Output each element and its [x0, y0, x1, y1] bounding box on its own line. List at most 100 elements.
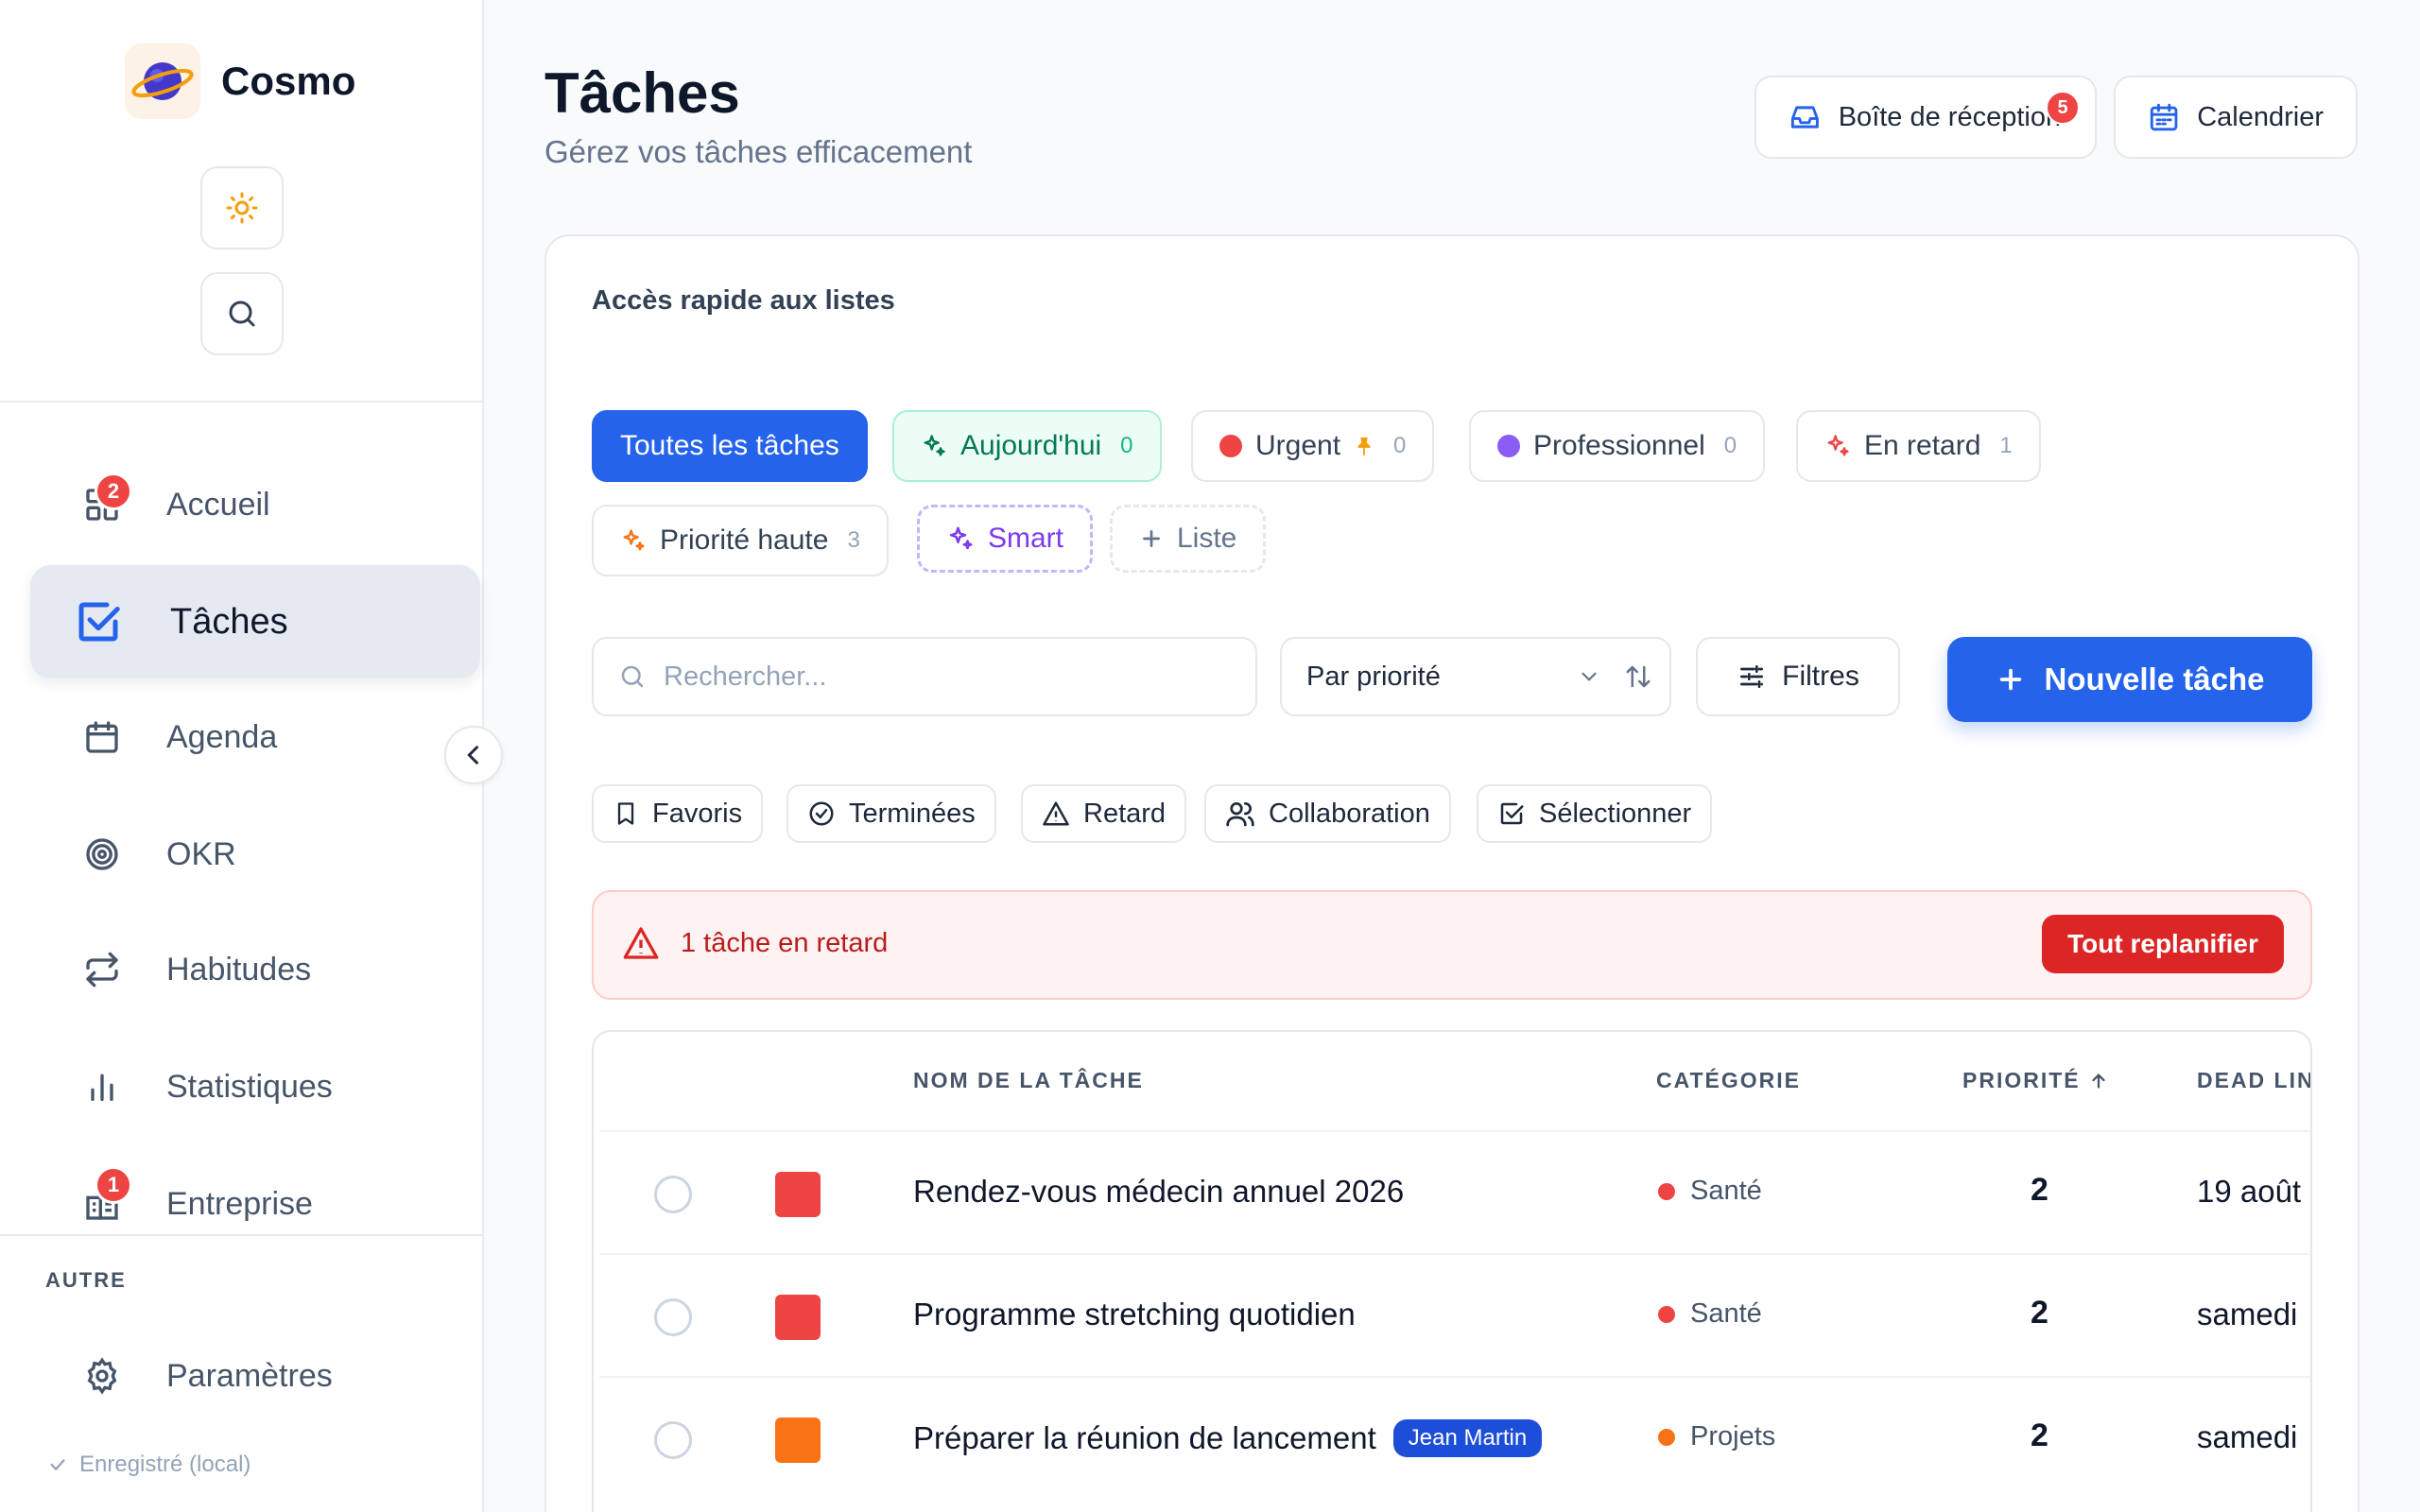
table-row[interactable]: Préparer la réunion de lancement Jean Ma…	[599, 1376, 2310, 1499]
nav-item-okr[interactable]: OKR	[30, 798, 480, 911]
chip-count: 3	[847, 527, 860, 553]
nav-item-entreprise[interactable]: 1 Entreprise	[30, 1147, 480, 1261]
filter-retard[interactable]: Retard	[1021, 784, 1187, 843]
nav-item-taches[interactable]: Tâches	[30, 565, 480, 679]
filter-label: Terminées	[849, 798, 976, 829]
inbox-button[interactable]: Boîte de réception 5	[1754, 76, 2097, 159]
sliders-icon	[1740, 665, 1764, 688]
chip-priorite-haute[interactable]: Priorité haute 3	[592, 505, 889, 576]
target-icon	[81, 833, 123, 875]
complete-toggle[interactable]	[654, 1421, 692, 1459]
plus-icon	[1143, 530, 1160, 547]
nav-label: Accueil	[166, 486, 270, 523]
task-name: Rendez-vous médecin annuel 2026	[913, 1174, 1404, 1210]
chip-en-retard[interactable]: En retard 1	[1796, 410, 2041, 482]
chip-professionnel[interactable]: Professionnel 0	[1469, 410, 1766, 482]
task-name: Préparer la réunion de lancement Jean Ma…	[913, 1419, 1543, 1457]
search-icon	[621, 665, 644, 688]
notification-badge: 2	[95, 472, 132, 510]
chevron-left-icon	[467, 746, 478, 765]
nav-item-agenda[interactable]: Agenda	[30, 680, 480, 794]
plus-icon	[1999, 668, 2021, 691]
task-category: Santé	[1658, 1176, 1762, 1207]
purple-dot-icon	[1497, 435, 1520, 457]
reschedule-all-button[interactable]: Tout replanifier	[2042, 915, 2284, 973]
theme-toggle-button[interactable]	[200, 166, 284, 249]
table-row[interactable]: Rendez-vous médecin annuel 2026 Santé 2 …	[599, 1130, 2310, 1253]
chip-label: Urgent	[1255, 430, 1341, 461]
notification-badge: 1	[95, 1166, 132, 1204]
chip-smart[interactable]: Smart	[917, 505, 1094, 573]
filter-label: Favoris	[652, 798, 743, 829]
red-dot-icon	[1219, 435, 1242, 457]
new-task-button[interactable]: Nouvelle tâche	[1947, 637, 2312, 722]
sort-value: Par priorité	[1306, 661, 1441, 692]
page-title: Tâches	[544, 61, 740, 125]
search-button[interactable]	[200, 272, 284, 355]
tasks-table: NOM DE LA TÂCHE CATÉGORIE PRIORITÉ DEAD …	[592, 1030, 2312, 1512]
planet-logo-icon	[125, 43, 200, 119]
inbox-icon	[1790, 106, 1819, 129]
task-name-text: Rendez-vous médecin annuel 2026	[913, 1174, 1405, 1209]
sparkles-icon	[949, 526, 973, 550]
task-category: Santé	[1658, 1298, 1762, 1330]
inbox-badge: 5	[2046, 91, 2080, 125]
arrow-up-icon	[2091, 1073, 2105, 1089]
bar-chart-icon	[81, 1066, 123, 1108]
nav-label: Agenda	[166, 718, 278, 755]
nav-item-habitudes[interactable]: Habitudes	[30, 913, 480, 1026]
nav-item-accueil[interactable]: 2 Accueil	[30, 448, 480, 561]
filters-button[interactable]: Filtres	[1696, 637, 1900, 716]
chip-label: Professionnel	[1533, 430, 1705, 461]
column-header-category[interactable]: CATÉGORIE	[1656, 1068, 1801, 1093]
column-header-deadline[interactable]: DEAD LINE	[2197, 1068, 2310, 1093]
filter-favoris[interactable]: Favoris	[592, 784, 764, 843]
column-header-priority[interactable]: PRIORITÉ	[1962, 1068, 2109, 1093]
column-header-name[interactable]: NOM DE LA TÂCHE	[913, 1068, 1144, 1093]
filter-selectionner[interactable]: Sélectionner	[1477, 784, 1713, 843]
complete-toggle[interactable]	[654, 1298, 692, 1336]
filters-label: Filtres	[1782, 661, 1859, 692]
sun-icon	[226, 192, 258, 224]
chip-all-tasks[interactable]: Toutes les tâches	[592, 410, 868, 482]
filter-label: Retard	[1083, 798, 1167, 829]
inbox-label: Boîte de réception	[1838, 101, 2062, 132]
chip-count: 1	[1999, 433, 2013, 458]
check-icon	[50, 1459, 65, 1471]
nav-item-statistiques[interactable]: Statistiques	[30, 1030, 480, 1143]
collapse-sidebar-button[interactable]	[444, 726, 503, 784]
sort-arrows-icon[interactable]	[1624, 662, 1652, 691]
sort-select[interactable]: Par priorité	[1280, 637, 1671, 716]
task-priority: 2	[2031, 1418, 2048, 1453]
chip-label: Priorité haute	[660, 524, 829, 556]
search-box[interactable]	[592, 637, 1257, 716]
filter-terminees[interactable]: Terminées	[786, 784, 996, 843]
brand[interactable]: Cosmo	[125, 43, 355, 119]
filter-collaboration[interactable]: Collaboration	[1204, 784, 1451, 843]
bookmark-icon	[617, 802, 634, 825]
chip-today[interactable]: Aujourd'hui 0	[892, 410, 1162, 482]
filter-label: Collaboration	[1269, 798, 1430, 829]
chip-urgent[interactable]: Urgent 0	[1191, 410, 1435, 482]
add-list-button[interactable]: Liste	[1110, 505, 1267, 573]
nav-item-parametres[interactable]: Paramètres	[30, 1319, 480, 1433]
nav-label: Habitudes	[166, 951, 312, 988]
column-header-priority-label: PRIORITÉ	[1962, 1068, 2081, 1092]
search-icon	[229, 301, 255, 327]
nav-label: OKR	[166, 835, 236, 872]
warning-icon	[1043, 801, 1069, 826]
sparkles-icon	[924, 435, 945, 456]
users-icon	[1226, 802, 1254, 827]
task-deadline: 19 août	[2197, 1174, 2302, 1209]
search-input[interactable]	[664, 661, 1231, 693]
checkbox-icon	[72, 595, 125, 648]
complete-toggle[interactable]	[654, 1176, 692, 1213]
calendar-button[interactable]: Calendrier	[2114, 76, 2358, 159]
sparkles-icon	[1827, 435, 1849, 456]
category-text: Santé	[1690, 1176, 1762, 1206]
table-row[interactable]: Programme stretching quotidien Santé 2 s…	[599, 1253, 2310, 1376]
check-circle-icon	[809, 801, 834, 826]
repeat-icon	[81, 949, 123, 990]
divider	[0, 401, 482, 403]
assignee-tag[interactable]: Jean Martin	[1392, 1419, 1543, 1457]
